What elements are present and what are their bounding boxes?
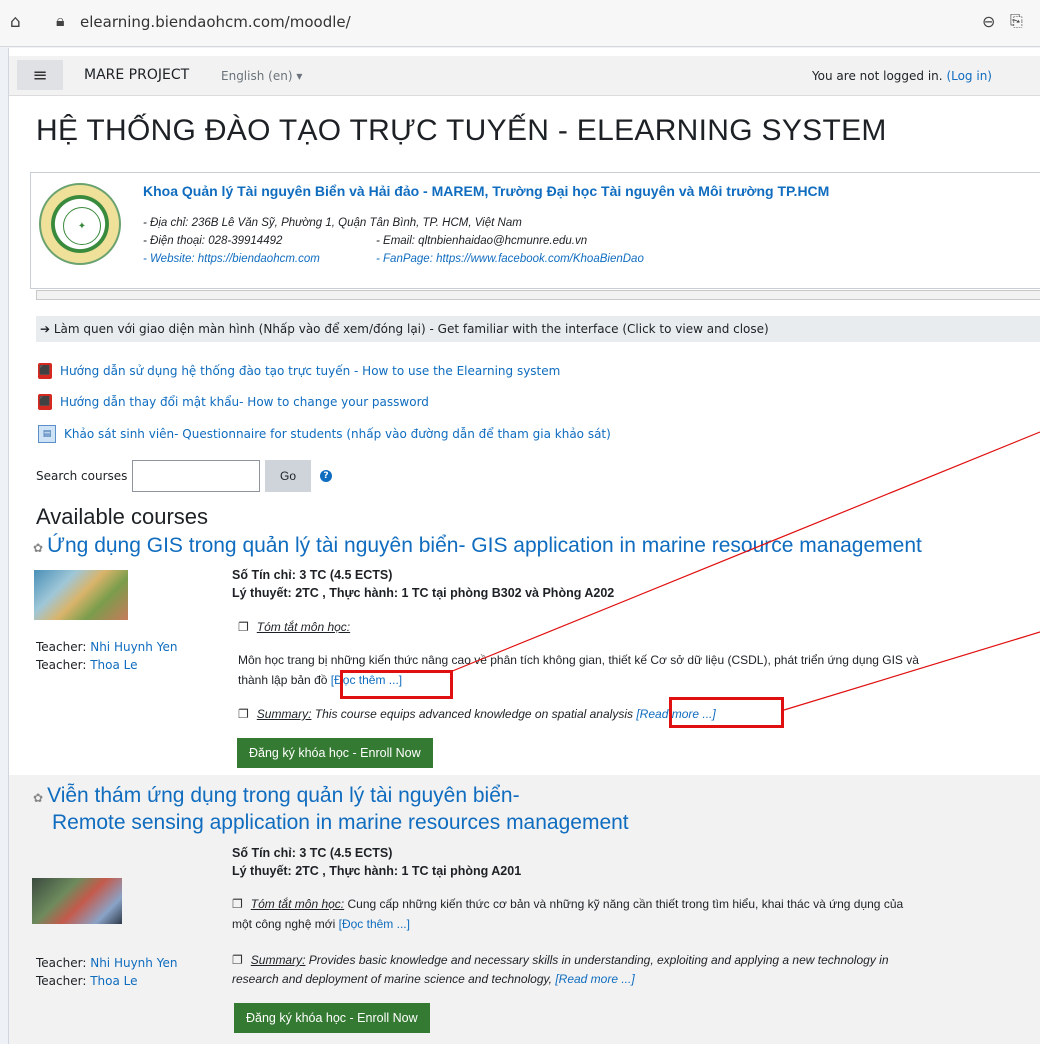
search-go-button[interactable]: Go xyxy=(265,460,311,492)
help-icon[interactable]: ? xyxy=(320,470,332,482)
course-title-remote-sensing-line2[interactable]: Remote sensing application in marine res… xyxy=(52,811,629,835)
lock-icon[interactable]: 🔒︎ xyxy=(56,11,65,31)
caret-down-icon: ▾ xyxy=(296,69,303,83)
address-line: - Địa chỉ: 236B Lê Văn Sỹ, Phường 1, Quậ… xyxy=(143,217,522,229)
read-more-en-link[interactable]: [Read more ...] xyxy=(555,972,634,986)
search-label: Search courses xyxy=(36,469,128,483)
top-navbar: ≡ MARE PROJECT English (en) ▾ You are no… xyxy=(9,56,1040,96)
language-label: English (en) xyxy=(221,69,293,83)
teacher-entry: Teacher: Thoa Le xyxy=(36,974,138,988)
faculty-name: Khoa Quản lý Tài nguyên Biển và Hải đảo … xyxy=(143,183,830,199)
summary-vi-line: một công nghệ mới xyxy=(232,917,336,931)
summary-en-label: Summary: xyxy=(250,953,306,967)
teacher-role: Teacher: xyxy=(36,956,87,970)
survey-link-label: Khảo sát sinh viên- Questionnaire for st… xyxy=(64,427,611,441)
language-menu[interactable]: English (en) ▾ xyxy=(221,69,302,83)
summary-en-text: research and deployment of marine scienc… xyxy=(232,972,552,986)
annotation-box-read-more-en xyxy=(669,697,784,728)
course-title-remote-sensing[interactable]: ✿ Viễn thám ứng dụng trong quản lý tài ng… xyxy=(33,784,520,808)
course-icon: ✿ xyxy=(33,791,44,805)
faculty-info-box: ✦ Khoa Quản lý Tài nguyên Biển và Hải đả… xyxy=(30,172,1040,289)
summary-en-label: Summary: xyxy=(256,707,312,721)
login-status: You are not logged in. (Log in) xyxy=(812,69,992,83)
share-icon[interactable]: ⎘ xyxy=(1010,11,1023,31)
guide-link-password[interactable]: ⬛ Hướng dẫn thay đổi mật khẩu- How to ch… xyxy=(38,394,429,410)
pdf-icon: ⬛ xyxy=(38,394,52,410)
pdf-icon: ⬛ xyxy=(38,363,52,379)
summary-en-text: This course equips advanced knowledge on… xyxy=(314,707,633,721)
teacher-link[interactable]: Thoa Le xyxy=(90,974,137,988)
read-more-vi-link[interactable]: [Đọc thêm ...] xyxy=(339,917,410,931)
address-bar[interactable]: elearning.biendaohcm.com/moodle/ xyxy=(80,13,351,31)
course-title-label: Ứng dụng GIS trong quản lý tài nguyên bi… xyxy=(47,534,922,557)
summary-vi-text: Môn học trang bị những kiến thức nâng ca… xyxy=(238,650,1028,670)
course-hours: Lý thuyết: 2TC , Thực hành: 1 TC tại phò… xyxy=(232,864,522,878)
login-text: You are not logged in. xyxy=(811,69,943,83)
teacher-link[interactable]: Thoa Le xyxy=(90,658,137,672)
site-name[interactable]: MARE PROJECT xyxy=(84,67,189,83)
email-line: - Email: qltnbienhaidao@hcmunre.edu.vn xyxy=(376,235,588,247)
course-thumbnail-remote-sensing[interactable] xyxy=(32,878,122,924)
document-icon: ❐ xyxy=(238,620,249,634)
login-link[interactable]: (Log in) xyxy=(946,69,992,83)
teacher-role: Teacher: xyxy=(36,974,87,988)
teacher-role: Teacher: xyxy=(36,658,87,672)
course-title-label: Viễn thám ứng dụng trong quản lý tài ngu… xyxy=(47,784,520,807)
survey-icon: ▤ xyxy=(38,425,56,443)
course-credits: Số Tín chỉ: 3 TC (4.5 ECTS) xyxy=(232,846,393,860)
website-link[interactable]: - Website: https://biendaohcm.com xyxy=(143,253,320,265)
summary-en: ❐ Summary: Provides basic knowledge and n… xyxy=(232,950,1032,970)
course-icon: ✿ xyxy=(33,541,44,555)
summary-vi: một công nghệ mới [Đọc thêm ...] xyxy=(232,914,410,934)
guide-link-label: Hướng dẫn thay đổi mật khẩu- How to chan… xyxy=(60,395,429,409)
zoom-out-icon[interactable]: ⊖ xyxy=(982,12,995,31)
teacher-link[interactable]: Nhi Huynh Yen xyxy=(90,640,177,654)
menu-toggle-button[interactable]: ≡ xyxy=(17,60,63,90)
summary-vi-label: Tóm tắt môn học: xyxy=(256,620,351,634)
browser-toolbar: ⌂ 🔒︎ elearning.biendaohcm.com/moodle/ ⊖ … xyxy=(0,0,1040,47)
document-icon: ❐ xyxy=(238,707,249,721)
teacher-role: Teacher: xyxy=(36,640,87,654)
logo-emblem-icon: ✦ xyxy=(63,207,101,245)
home-icon[interactable]: ⌂ xyxy=(10,12,21,32)
summary-vi-line: Môn học trang bị những kiến thức nâng ca… xyxy=(238,653,919,667)
summary-vi-line: thành lập bản đồ xyxy=(238,673,328,687)
page-title: HỆ THỐNG ĐÀO TẠO TRỰC TUYẾN - ELEARNING … xyxy=(36,114,887,147)
summary-en: ❐ Summary: This course equips advanced kn… xyxy=(238,704,716,724)
teacher-entry: Teacher: Thoa Le xyxy=(36,658,138,672)
document-icon: ❐ xyxy=(232,897,243,911)
guide-link-label: Hướng dẫn sử dụng hệ thống đào tạo trực … xyxy=(60,364,561,378)
summary-vi: ❐ Tóm tắt môn học: Cung cấp những kiến th… xyxy=(232,894,1032,914)
divider-bar xyxy=(36,290,1040,300)
university-logo: ✦ xyxy=(39,183,121,265)
enroll-button[interactable]: Đăng ký khóa học - Enroll Now xyxy=(234,1003,430,1033)
annotation-box-read-more-vi xyxy=(340,670,453,699)
enroll-button[interactable]: Đăng ký khóa học - Enroll Now xyxy=(237,738,433,768)
teacher-entry: Teacher: Nhi Huynh Yen xyxy=(36,640,177,654)
course-credits: Số Tín chỉ: 3 TC (4.5 ECTS) xyxy=(232,568,393,582)
available-courses-heading: Available courses xyxy=(36,504,209,529)
summary-en: research and deployment of marine scienc… xyxy=(232,969,635,989)
document-icon: ❐ xyxy=(232,953,243,967)
familiar-interface-toggle[interactable]: ➔ Làm quen với giao diện màn hình (Nhấp … xyxy=(36,316,1040,342)
teacher-entry: Teacher: Nhi Huynh Yen xyxy=(36,956,177,970)
guide-link-elearning[interactable]: ⬛ Hướng dẫn sử dụng hệ thống đào tạo trự… xyxy=(38,363,560,379)
summary-vi-label: Tóm tắt môn học: xyxy=(250,897,345,911)
summary-en-text: Provides basic knowledge and necessary s… xyxy=(308,953,889,967)
summary-vi-heading: ❐ Tóm tắt môn học: xyxy=(238,617,350,637)
search-courses-input[interactable] xyxy=(132,460,260,492)
fanpage-link[interactable]: - FanPage: https://www.facebook.com/Khoa… xyxy=(376,253,644,265)
summary-vi-line: Cung cấp những kiến thức cơ bản và những… xyxy=(347,897,904,911)
course-hours: Lý thuyết: 2TC , Thực hành: 1 TC tại phò… xyxy=(232,586,615,600)
phone-line: - Điện thoại: 028-39914492 xyxy=(143,235,283,247)
hamburger-icon: ≡ xyxy=(32,64,48,86)
course-thumbnail-gis[interactable] xyxy=(34,570,128,620)
survey-link[interactable]: ▤ Khảo sát sinh viên- Questionnaire for … xyxy=(38,425,611,443)
course-title-gis[interactable]: ✿ Ứng dụng GIS trong quản lý tài nguyên b… xyxy=(33,534,922,558)
teacher-link[interactable]: Nhi Huynh Yen xyxy=(90,956,177,970)
